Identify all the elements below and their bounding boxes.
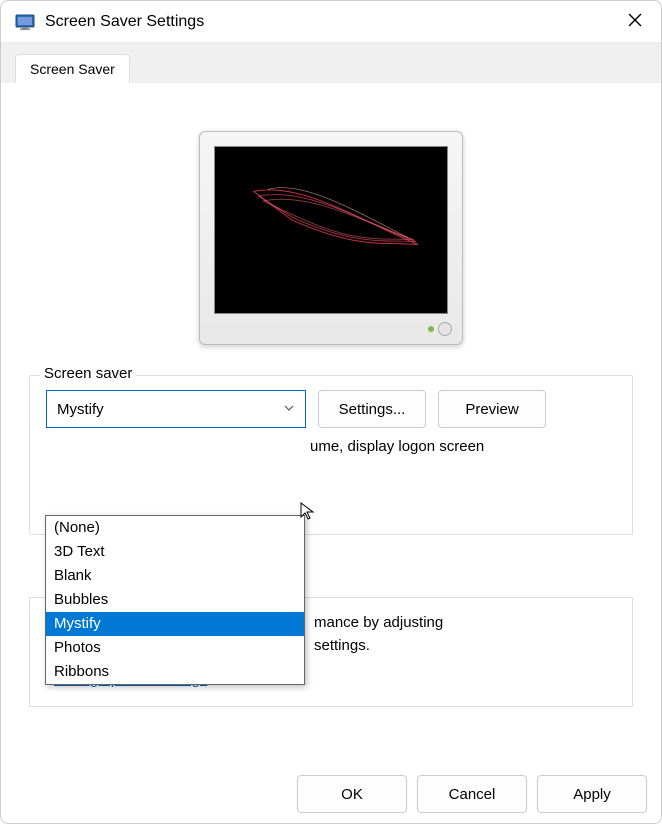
dialog-footer: OK Cancel Apply: [1, 765, 661, 823]
option-ribbons[interactable]: Ribbons: [46, 660, 304, 684]
monitor-preview: [199, 131, 463, 345]
cursor-icon: [299, 501, 319, 521]
tab-strip: Screen Saver: [1, 43, 661, 83]
ok-button[interactable]: OK: [297, 775, 407, 813]
option-photos[interactable]: Photos: [46, 636, 304, 660]
screensaver-group: Screen saver Mystify Settings... Preview…: [29, 375, 633, 535]
monitor-power-icon: [438, 322, 452, 336]
close-icon: [627, 12, 643, 28]
screensaver-preview: [214, 146, 448, 314]
preview-button[interactable]: Preview: [438, 390, 546, 428]
screensaver-dropdown[interactable]: (None)3D TextBlankBubblesMystifyPhotosRi…: [45, 515, 305, 685]
preview-area: [29, 101, 633, 375]
power-hint-line1: mance by adjusting: [314, 612, 616, 635]
title-bar: Screen Saver Settings: [1, 1, 661, 43]
option-3d-text[interactable]: 3D Text: [46, 540, 304, 564]
window-title: Screen Saver Settings: [45, 13, 623, 31]
power-hint-line2: settings.: [314, 635, 616, 658]
screensaver-select[interactable]: Mystify: [46, 390, 306, 428]
apply-button[interactable]: Apply: [537, 775, 647, 813]
combo-value: Mystify: [57, 401, 104, 418]
group-legend: Screen saver: [40, 365, 136, 382]
option-none[interactable]: (None): [46, 516, 304, 540]
app-icon: [15, 12, 35, 32]
resume-hint-text: ume, display logon screen: [310, 436, 484, 459]
option-mystify[interactable]: Mystify: [46, 612, 304, 636]
monitor-led-icon: [428, 326, 434, 332]
tab-screen-saver[interactable]: Screen Saver: [15, 54, 130, 83]
chevron-down-icon: [283, 401, 295, 418]
cancel-button[interactable]: Cancel: [417, 775, 527, 813]
close-button[interactable]: [623, 8, 647, 35]
settings-button[interactable]: Settings...: [318, 390, 426, 428]
option-blank[interactable]: Blank: [46, 564, 304, 588]
option-bubbles[interactable]: Bubbles: [46, 588, 304, 612]
